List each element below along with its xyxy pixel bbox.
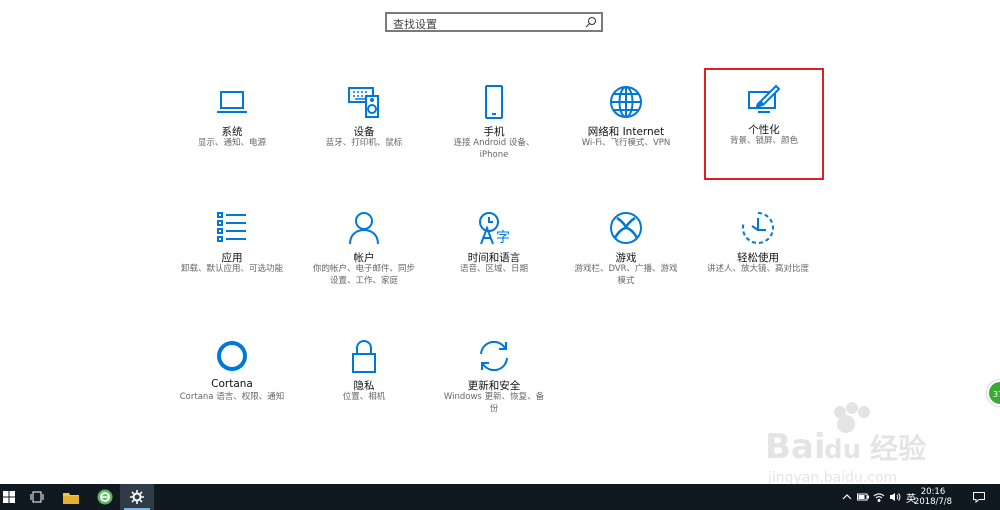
person-icon: [349, 212, 379, 245]
tile-title: 设备: [353, 126, 375, 138]
settings-taskbar-button[interactable]: [120, 484, 154, 510]
refresh-icon: [480, 340, 508, 372]
tray-chevron-up-icon[interactable]: [840, 484, 854, 510]
tile-title: 更新和安全: [467, 380, 521, 392]
tile-title: 系统: [221, 126, 243, 138]
baidu-watermark-logo: Bai du 经验 jingyan.baidu.com: [765, 402, 926, 486]
tile-desc: Wi-Fi、飞行模式、VPN: [581, 138, 671, 148]
cortana-icon: [217, 341, 247, 371]
paint-icon: [748, 84, 781, 113]
keyboard-speaker-icon: [348, 87, 379, 118]
tile-desc: 背景、锁屏、颜色: [729, 136, 798, 146]
tile-title: 轻松使用: [737, 252, 779, 264]
xbox-icon: [610, 212, 642, 244]
tile-title: 时间和语言: [467, 252, 521, 264]
tile-network[interactable]: 网络和 Internet Wi-Fi、飞行模式、VPN: [568, 72, 684, 180]
tile-time-language[interactable]: 字 时间和语言 语音、区域、日期: [436, 198, 552, 306]
notification-icon: [973, 491, 985, 503]
tile-title: 网络和 Internet: [587, 126, 665, 138]
tile-cortana[interactable]: Cortana Cortana 语言、权限、通知: [174, 326, 290, 434]
phone-icon: [485, 85, 503, 119]
tile-title: 游戏: [615, 252, 637, 264]
tile-desc: 连接 Android 设备、iPhone: [453, 138, 535, 160]
tile-apps[interactable]: 应用 卸载、默认应用、可选功能: [174, 198, 290, 306]
svg-text:字: 字: [496, 230, 510, 246]
task-view-icon: [30, 491, 44, 503]
tile-desc: Cortana 语言、权限、通知: [179, 392, 285, 402]
clock-date: 2018/7/8: [913, 497, 953, 507]
tile-desc: 显示、通知、电源: [197, 138, 266, 148]
file-explorer-button[interactable]: [54, 484, 88, 510]
tile-privacy[interactable]: 隐私 位置、相机: [306, 326, 422, 434]
taskbar: 英 20:16 2018/7/8: [0, 484, 1000, 510]
globe-icon: [610, 86, 642, 118]
tray-battery-icon[interactable]: [856, 484, 870, 510]
tile-desc: 位置、相机: [342, 392, 386, 402]
tile-ease-of-access[interactable]: 轻松使用 讲述人、放大镜、高对比度: [700, 198, 816, 306]
task-view-button[interactable]: [20, 484, 54, 510]
tile-phone[interactable]: 手机 连接 Android 设备、iPhone: [436, 72, 552, 180]
tile-system[interactable]: 系统 显示、通知、电源: [174, 72, 290, 180]
tile-desc: Windows 更新、恢复、备份: [443, 392, 545, 414]
tile-desc: 游戏栏、DVR、广播、游戏模式: [574, 264, 678, 286]
tray-volume-icon[interactable]: [888, 484, 902, 510]
tile-devices[interactable]: 设备 蓝牙、打印机、鼠标: [306, 72, 422, 180]
tray-wifi-icon[interactable]: [872, 484, 886, 510]
tile-title: 个性化: [748, 124, 780, 136]
action-center-button[interactable]: [968, 484, 990, 510]
tile-gaming[interactable]: 游戏 游戏栏、DVR、广播、游戏模式: [568, 198, 684, 306]
tile-desc: 蓝牙、打印机、鼠标: [325, 138, 403, 148]
gear-icon: [130, 490, 144, 504]
tile-desc: 语音、区域、日期: [459, 264, 528, 274]
browser-icon: [97, 489, 113, 505]
svg-text:Bai: Bai: [765, 427, 826, 467]
search-placeholder: 查找设置: [393, 18, 437, 31]
tile-update-security[interactable]: 更新和安全 Windows 更新、恢复、备份: [436, 326, 552, 434]
tile-desc: 卸载、默认应用、可选功能: [180, 264, 283, 274]
tile-title: 手机: [483, 126, 505, 138]
tile-accounts[interactable]: 帐户 你的帐户、电子邮件、同步设置、工作、家庭: [306, 198, 422, 306]
tile-title: Cortana: [211, 378, 253, 390]
svg-text:du: du: [824, 435, 861, 465]
tile-personalization[interactable]: 个性化 背景、锁屏、颜色: [704, 68, 824, 180]
clock-time: 20:16: [920, 487, 946, 497]
time-language-icon: 字: [479, 212, 510, 246]
folder-icon: [63, 492, 79, 504]
lock-icon: [352, 340, 376, 373]
laptop-icon: [217, 91, 247, 113]
search-icon[interactable]: [585, 16, 597, 28]
tile-title: 应用: [221, 252, 243, 264]
windows-logo-icon: [3, 491, 15, 503]
ease-of-access-icon: [741, 212, 774, 244]
tile-title: 帐户: [353, 252, 375, 264]
system-clock[interactable]: 20:16 2018/7/8: [908, 487, 958, 507]
tile-desc: 你的帐户、电子邮件、同步设置、工作、家庭: [312, 264, 415, 286]
apps-list-icon: [217, 212, 246, 242]
floating-badge[interactable]: 37: [987, 380, 1000, 406]
svg-text:经验: 经验: [870, 432, 926, 465]
tile-desc: 讲述人、放大镜、高对比度: [706, 264, 809, 274]
browser-button[interactable]: [88, 484, 122, 510]
tile-title: 隐私: [353, 380, 375, 392]
search-input[interactable]: 查找设置: [385, 12, 603, 32]
